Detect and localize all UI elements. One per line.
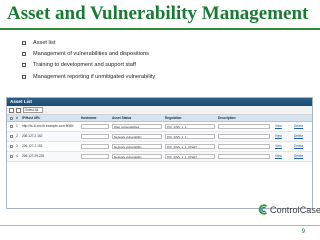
asset-status-field[interactable]: Network vulnerability	[112, 134, 162, 139]
row-ip-url: 206.127.29.225	[22, 154, 45, 158]
bullet-text: Asset list	[33, 39, 56, 46]
description-field[interactable]	[218, 124, 270, 129]
row-checkbox[interactable]	[10, 145, 13, 148]
bullet-text: Training to development and support staf…	[33, 62, 136, 69]
table-row: 3 206.127.2.153 Network vulnerability PC…	[7, 142, 312, 152]
asset-list-title: Asset List	[7, 98, 312, 106]
square-bullet-icon	[22, 74, 26, 79]
column-hostname[interactable]: Hostname	[81, 115, 96, 122]
view-link[interactable]: View	[275, 152, 282, 161]
row-ip-url: http://fs-11xxx.lb.example.com:8080/	[22, 124, 74, 128]
row-number: 1	[16, 124, 18, 128]
filter-select[interactable]: Select All	[23, 107, 43, 113]
bullet-item: Asset list	[22, 37, 155, 48]
asset-list-toolbar: Select All	[7, 106, 312, 115]
asset-status-field[interactable]: Network vulnerability	[112, 154, 162, 159]
select-all-checkbox[interactable]	[10, 117, 13, 120]
asset-status-field[interactable]: Web vulnerabilities	[112, 124, 162, 129]
table-row: 4 206.127.29.225 Network vulnerability P…	[7, 152, 312, 162]
asset-status-field[interactable]: Network vulnerability	[112, 144, 162, 149]
description-field[interactable]	[218, 144, 270, 149]
logo-text: ControlCase	[270, 204, 320, 215]
hostname-field[interactable]	[81, 134, 109, 139]
controlcase-logo: ControlCase	[258, 204, 320, 215]
regulation-field[interactable]: PCI_DSS_1_1	[165, 124, 215, 129]
bullet-text: Management reporting if unmitigated vuln…	[33, 73, 156, 80]
footer-divider	[0, 225, 320, 226]
controlcase-logo-icon	[258, 204, 268, 215]
row-number: 3	[16, 144, 18, 148]
row-number: 4	[16, 154, 18, 158]
view-link[interactable]: View	[275, 142, 282, 151]
square-bullet-icon	[22, 40, 26, 45]
table-row: 1 http://fs-11xxx.lb.example.com:8080/ W…	[7, 122, 312, 132]
asset-list-panel: Asset List Select All # IP/Host URL Host…	[6, 97, 313, 209]
description-field[interactable]	[218, 134, 270, 139]
description-field[interactable]	[218, 154, 270, 159]
column-asset-status[interactable]: Asset Status	[112, 115, 131, 122]
square-bullet-icon	[22, 63, 26, 68]
hostname-field[interactable]	[81, 154, 109, 159]
hostname-field[interactable]	[81, 144, 109, 149]
bullet-list: Asset list Management of vulnerabilities…	[22, 37, 155, 82]
delete-link[interactable]: Delete	[294, 122, 303, 131]
row-number: 2	[16, 134, 18, 138]
delete-link[interactable]: Delete	[294, 152, 303, 161]
regulation-field[interactable]: PCI_DSS_1_1_CISET	[165, 144, 215, 149]
row-ip-url: 206.127.2.152	[22, 134, 43, 138]
column-ip-url[interactable]: IP/Host URL	[22, 115, 40, 122]
column-description[interactable]: Description	[218, 115, 236, 122]
row-checkbox[interactable]	[10, 155, 13, 158]
add-icon[interactable]	[9, 107, 14, 113]
slide-title: Asset and Vulnerability Management	[7, 3, 309, 24]
regulation-field[interactable]: PCI_DSS_1_1_CISET	[165, 154, 215, 159]
row-checkbox[interactable]	[10, 135, 13, 138]
column-regulation[interactable]: Regulation	[165, 115, 181, 122]
hostname-field[interactable]	[81, 124, 109, 129]
bullet-item: Management reporting if unmitigated vuln…	[22, 71, 155, 82]
bullet-text: Management of vulnerabilities and dispos…	[33, 50, 149, 57]
export-icon[interactable]	[16, 107, 21, 113]
column-number: #	[16, 116, 18, 120]
title-divider	[0, 28, 320, 30]
row-ip-url: 206.127.2.153	[22, 144, 43, 148]
bullet-item: Management of vulnerabilities and dispos…	[22, 48, 155, 59]
bullet-item: Training to development and support staf…	[22, 60, 155, 71]
view-link[interactable]: View	[275, 122, 282, 131]
row-checkbox[interactable]	[10, 125, 13, 128]
delete-link[interactable]: Delete	[294, 132, 303, 141]
view-link[interactable]: View	[275, 132, 282, 141]
delete-link[interactable]: Delete	[294, 142, 303, 151]
square-bullet-icon	[22, 51, 26, 56]
regulation-field[interactable]: PCI_DSS_1_1	[165, 134, 215, 139]
table-row: 2 206.127.2.152 Network vulnerability PC…	[7, 132, 312, 142]
table-header: # IP/Host URL Hostname Asset Status Regu…	[7, 115, 312, 122]
page-number: 9	[301, 229, 305, 235]
